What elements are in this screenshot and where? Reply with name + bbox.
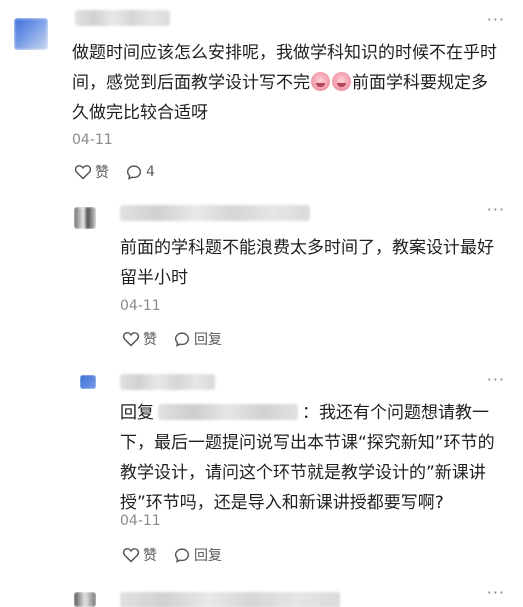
avatar-blur — [14, 18, 48, 50]
more-options-icon[interactable]: ··· — [487, 583, 505, 602]
heart-outline-icon — [122, 332, 140, 347]
comment-actions: 赞 4 — [74, 162, 171, 182]
avatar[interactable] — [14, 18, 48, 50]
reply-actions: 赞 回复 — [122, 329, 238, 349]
reply-label: 回复 — [194, 332, 222, 348]
heart-outline-icon — [74, 165, 92, 180]
reply-1: ··· 前面的学科题不能浪费太多时间了，教案设计最好留半小时 04-11 赞 回… — [0, 195, 523, 360]
reply-button[interactable]: 回复 — [173, 329, 222, 349]
comment-count-button[interactable]: 4 — [125, 164, 155, 181]
avatar[interactable] — [80, 375, 96, 389]
reply-prefix: 回复 — [120, 403, 154, 423]
like-button[interactable]: 赞 — [122, 329, 157, 349]
reply-label: 回复 — [194, 548, 222, 564]
like-label: 赞 — [143, 548, 157, 564]
comment-text: 做题时间应该怎么安排呢，我做学科知识的时候不在乎时间，感觉到后面教学设计写不完前… — [72, 38, 502, 128]
reply-actions: 赞 回复 — [122, 545, 238, 565]
avatar[interactable] — [74, 207, 96, 229]
reply-3-partial: ··· — [0, 580, 523, 607]
replied-username-blurred[interactable] — [158, 404, 298, 420]
reply-text: 前面的学科题不能浪费太多时间了，教案设计最好留半小时 — [120, 238, 494, 288]
speech-bubble-icon — [174, 331, 190, 347]
reply-date: 04-11 — [120, 513, 161, 529]
like-button[interactable]: 赞 — [122, 545, 157, 565]
speech-bubble-icon — [126, 164, 142, 180]
avatar-blur — [74, 592, 96, 607]
speech-bubble-icon — [174, 547, 190, 563]
username-blurred[interactable] — [120, 205, 310, 221]
avatar[interactable] — [74, 592, 96, 607]
heart-outline-icon — [122, 548, 140, 563]
like-label: 赞 — [95, 165, 109, 181]
reply-2: ··· 回复 ：我还有个问题想请教一下，最后一题提问说写出本节课“探究新知”环节的… — [0, 360, 523, 580]
avatar-blur — [80, 375, 96, 389]
username-blurred[interactable] — [75, 10, 170, 26]
more-options-icon[interactable]: ··· — [487, 10, 505, 29]
more-options-icon[interactable]: ··· — [487, 200, 505, 219]
like-button[interactable]: 赞 — [74, 162, 109, 182]
more-options-icon[interactable]: ··· — [487, 370, 505, 389]
reply-date: 04-11 — [120, 298, 161, 314]
comment-1: ··· 做题时间应该怎么安排呢，我做学科知识的时候不在乎时间，感觉到后面教学设计… — [0, 0, 523, 195]
like-label: 赞 — [143, 332, 157, 348]
crying-emoji-icon — [332, 72, 351, 91]
crying-emoji-icon — [311, 72, 330, 91]
avatar-blur — [74, 207, 96, 229]
reply-text: 回复 ：我还有个问题想请教一下，最后一题提问说写出本节课“探究新知”环节的教学设计… — [120, 398, 510, 518]
comment-count: 4 — [146, 164, 155, 180]
username-blurred[interactable] — [120, 374, 215, 390]
comment-date: 04-11 — [72, 132, 113, 148]
reply-button[interactable]: 回复 — [173, 545, 222, 565]
username-blurred[interactable] — [120, 592, 340, 607]
